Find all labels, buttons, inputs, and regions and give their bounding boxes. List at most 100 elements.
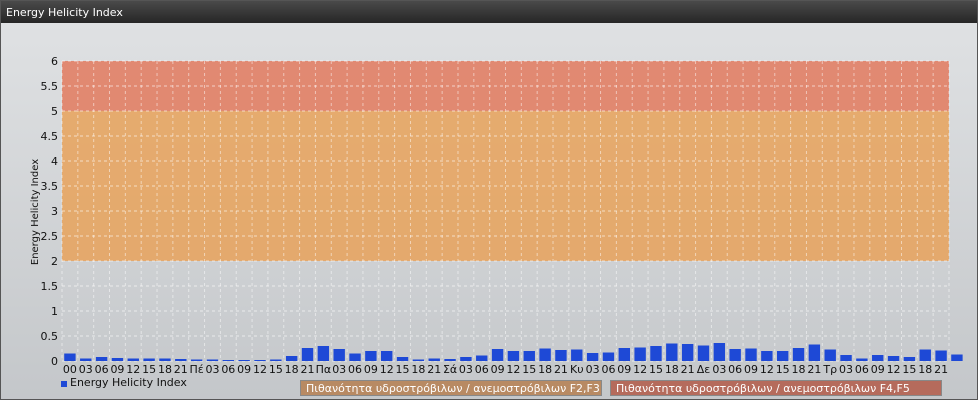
bar[interactable] [824, 349, 836, 362]
x-tick-label: 06 [95, 363, 109, 376]
x-tick-label: 09 [491, 363, 505, 376]
y-axis-label: Energy Helicity Index [30, 159, 41, 265]
bar[interactable] [856, 358, 868, 362]
series-legend[interactable]: Energy Helicity Index [61, 376, 187, 389]
x-tick-label: Σά [443, 363, 457, 376]
x-tick-label: 00 [63, 363, 77, 376]
bar[interactable] [951, 354, 963, 362]
bar[interactable] [539, 348, 551, 362]
bar[interactable] [412, 359, 425, 362]
bar[interactable] [903, 357, 916, 361]
x-tick-label: 15 [649, 363, 663, 376]
bar[interactable] [365, 351, 377, 361]
bar[interactable] [935, 350, 947, 362]
x-tick-label: 12 [887, 363, 901, 376]
x-tick-label: 12 [253, 363, 267, 376]
bar[interactable] [491, 349, 504, 361]
x-tick-label: 18 [665, 363, 679, 376]
bar[interactable] [586, 353, 599, 361]
x-tick-label: 21 [807, 363, 821, 376]
bar[interactable] [666, 343, 678, 362]
x-tick-label: 09 [871, 363, 885, 376]
bar[interactable] [143, 358, 155, 362]
bar[interactable] [80, 358, 92, 362]
bar[interactable] [887, 356, 900, 361]
x-tick-label: 15 [522, 363, 536, 376]
bar[interactable] [761, 351, 773, 361]
bar[interactable] [729, 349, 741, 361]
bar[interactable] [333, 349, 345, 361]
x-tick-label: 09 [617, 363, 631, 376]
bar[interactable] [254, 360, 266, 361]
bar[interactable] [206, 359, 219, 362]
y-tick-label: 4.5 [41, 130, 59, 143]
bar[interactable] [111, 358, 124, 361]
x-tick-label: 12 [126, 363, 140, 376]
bar[interactable] [476, 355, 488, 362]
bar[interactable] [64, 353, 76, 362]
bar[interactable] [460, 357, 472, 361]
y-axis-ticks: 0 0.5 1 1.5 2 2.5 3 3.5 4 4.5 5 5.5 6 [41, 55, 59, 368]
bar[interactable] [301, 348, 314, 361]
bar[interactable] [317, 346, 330, 361]
y-tick-label: 1 [51, 305, 58, 318]
y-tick-label: 5 [51, 105, 58, 118]
x-tick-label: 15 [776, 363, 790, 376]
bar[interactable] [713, 343, 726, 361]
bar[interactable] [650, 346, 662, 361]
bar[interactable] [555, 350, 567, 361]
x-tick-label: 09 [110, 363, 124, 376]
x-tick-label: Κυ [570, 363, 584, 376]
x-tick-label: Τρ [822, 363, 837, 376]
x-tick-label: 15 [396, 363, 410, 376]
bar[interactable] [428, 358, 440, 362]
bar[interactable] [444, 359, 456, 361]
x-tick-label: 06 [221, 363, 235, 376]
bar[interactable] [602, 352, 615, 362]
x-tick-label: 18 [792, 363, 806, 376]
bar[interactable] [159, 358, 171, 362]
bar[interactable] [523, 351, 535, 361]
x-axis-ticks: 00 03 06 09 12 15 18 21 Πέ 03 06 09 12 15 18 21 Πα 03 06 09… [63, 363, 948, 376]
bar[interactable] [349, 353, 361, 362]
bar[interactable] [571, 349, 583, 362]
band-legend-f2f3: Πιθανότητα υδροστρόβιλων / ανεμοστρόβιλω… [300, 380, 602, 396]
x-tick-label: 03 [459, 363, 473, 376]
y-tick-label: 4 [51, 155, 58, 168]
bar[interactable] [872, 355, 884, 361]
bar[interactable] [919, 349, 931, 362]
bar[interactable] [190, 359, 203, 362]
bar[interactable] [840, 355, 852, 361]
y-tick-label: 6 [51, 55, 58, 68]
bar[interactable] [270, 359, 282, 362]
bar[interactable] [238, 360, 250, 361]
bar[interactable] [745, 348, 757, 362]
bar[interactable] [127, 358, 139, 362]
x-tick-label: 12 [506, 363, 520, 376]
x-tick-label: 03 [712, 363, 726, 376]
bar[interactable] [808, 344, 821, 362]
bar-series [64, 343, 963, 362]
bar[interactable] [285, 356, 298, 361]
x-tick-label: 03 [79, 363, 93, 376]
bar[interactable] [381, 351, 393, 361]
x-tick-label: 06 [601, 363, 615, 376]
bar[interactable] [507, 351, 520, 361]
x-tick-label: 18 [918, 363, 932, 376]
bar[interactable] [222, 360, 235, 361]
x-tick-label: 03 [205, 363, 219, 376]
bar[interactable] [175, 359, 187, 361]
bar[interactable] [618, 348, 630, 361]
bar[interactable] [697, 345, 710, 362]
x-tick-label: Πέ [190, 363, 204, 376]
bar[interactable] [634, 347, 646, 362]
x-tick-label: 18 [285, 363, 299, 376]
x-tick-label: 03 [332, 363, 346, 376]
bar[interactable] [792, 348, 805, 361]
bar[interactable] [95, 357, 108, 361]
bar[interactable] [776, 351, 789, 361]
bar[interactable] [396, 357, 409, 361]
y-tick-label: 2 [51, 255, 58, 268]
x-tick-label: 12 [380, 363, 394, 376]
bar[interactable] [681, 344, 694, 361]
